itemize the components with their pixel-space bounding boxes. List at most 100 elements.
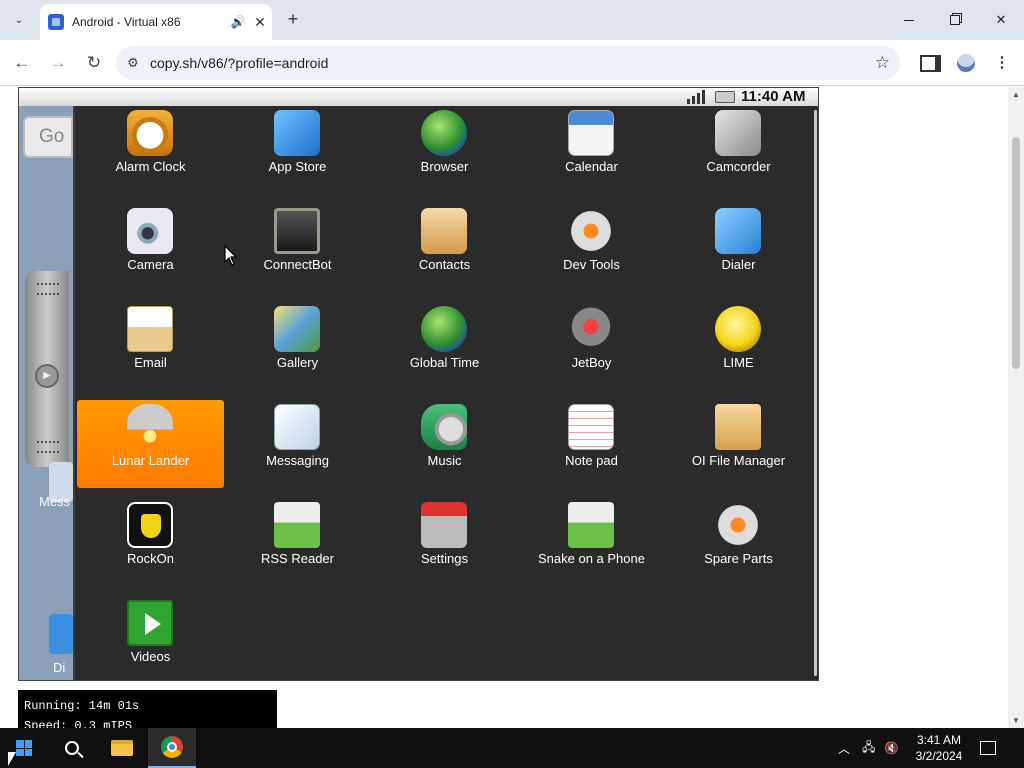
calendar-icon xyxy=(568,110,614,156)
app-label: Lunar Lander xyxy=(111,453,190,468)
reload-button[interactable]: ↻ xyxy=(82,51,106,75)
app-launcher-item[interactable]: Camera xyxy=(77,204,224,292)
volume-muted-icon[interactable]: 🔇 xyxy=(884,728,904,768)
app-launcher-item[interactable]: Settings xyxy=(371,498,518,586)
rss-reader-icon xyxy=(274,502,320,548)
app-launcher-item[interactable]: Camcorder xyxy=(665,106,812,194)
tab-search-chevron-icon[interactable]: ⌄ xyxy=(8,9,30,31)
app-launcher-item[interactable]: RSS Reader xyxy=(224,498,371,586)
app-launcher-item[interactable]: Email xyxy=(77,302,224,390)
scroll-down-icon[interactable]: ▼ xyxy=(1012,716,1020,725)
app-store-icon xyxy=(274,110,320,156)
app-label: OI File Manager xyxy=(691,453,786,468)
show-hidden-icons-chevron-icon[interactable]: ︿ xyxy=(838,728,854,768)
page-content: 11:40 AM Go ▶ Mess Di Alarm Clock App Sto… xyxy=(0,87,1024,728)
app-launcher-item[interactable]: Alarm Clock xyxy=(77,106,224,194)
app-launcher-item[interactable]: Dev Tools xyxy=(518,204,665,292)
emulator-info-panel: Running: 14m 01s Speed: 0.3 mIPS xyxy=(18,690,277,728)
jetboy-icon xyxy=(568,306,614,352)
browser-globe-icon xyxy=(421,110,467,156)
app-label: LIME xyxy=(723,355,754,370)
app-label: Email xyxy=(134,355,167,370)
app-launcher-item[interactable]: Messaging xyxy=(224,400,371,488)
favicon-icon xyxy=(48,14,64,30)
drawer-handle[interactable]: ▶ xyxy=(25,271,69,467)
file-explorer-button[interactable] xyxy=(98,728,146,768)
window-close-button[interactable]: ✕ xyxy=(978,0,1024,40)
back-button[interactable]: ← xyxy=(10,51,34,75)
app-launcher-item[interactable]: Calendar xyxy=(518,106,665,194)
speed-readout: Speed: 0.3 mIPS xyxy=(24,719,133,728)
profile-avatar-icon[interactable] xyxy=(954,51,978,75)
app-launcher-item[interactable]: LIME xyxy=(665,302,812,390)
app-label: Browser xyxy=(420,159,469,174)
app-launcher-item[interactable]: Contacts xyxy=(371,204,518,292)
gallery-icon xyxy=(274,306,320,352)
drawer-toggle-icon[interactable]: ▶ xyxy=(35,364,59,388)
browser-menu-icon[interactable]: ⋮ xyxy=(990,51,1014,75)
tab-audio-icon[interactable]: 🔊 xyxy=(228,15,248,29)
app-launcher-item[interactable]: Snake on a Phone xyxy=(518,498,665,586)
messaging-icon xyxy=(274,404,320,450)
app-launcher-item[interactable]: App Store xyxy=(224,106,371,194)
tab-close-icon[interactable]: ✕ xyxy=(248,14,272,31)
app-launcher-item[interactable]: ConnectBot xyxy=(224,204,371,292)
browser-toolbar: ← → ↻ ⚙ copy.sh/v86/?profile=android ☆ ⋮ xyxy=(0,40,1024,86)
app-launcher-item[interactable]: Note pad xyxy=(518,400,665,488)
app-label: Calendar xyxy=(565,159,618,174)
taskbar-clock[interactable]: 3:41 AM 3/2/2024 xyxy=(906,728,972,768)
url-text[interactable]: copy.sh/v86/?profile=android xyxy=(150,55,328,71)
google-search-widget[interactable]: Go xyxy=(23,116,73,158)
taskbar-time: 3:41 AM xyxy=(916,733,962,747)
home-label-dialer: Di xyxy=(53,660,66,675)
app-launcher-item[interactable]: Dialer xyxy=(665,204,812,292)
app-launcher-item[interactable]: JetBoy xyxy=(518,302,665,390)
globe-clock-icon xyxy=(421,306,467,352)
dialer-home-icon[interactable] xyxy=(49,614,73,654)
app-launcher-item[interactable]: OI File Manager xyxy=(665,400,812,488)
app-launcher-item[interactable]: Lunar Lander xyxy=(77,400,224,488)
app-label: Snake on a Phone xyxy=(538,551,645,566)
app-launcher-item[interactable]: Gallery xyxy=(224,302,371,390)
drawer-scrollbar[interactable] xyxy=(814,110,817,676)
folder-icon xyxy=(715,404,761,450)
notification-center-icon[interactable] xyxy=(980,728,1004,768)
window-restore-button[interactable] xyxy=(932,0,978,40)
chrome-taskbar-button[interactable] xyxy=(148,728,196,768)
search-widget-text: Go xyxy=(39,126,65,147)
windows-logo-icon xyxy=(16,740,32,756)
app-label: Spare Parts xyxy=(704,551,773,566)
app-label: Global Time xyxy=(409,355,480,370)
scroll-up-icon[interactable]: ▲ xyxy=(1012,90,1020,99)
android-emulator-screen[interactable]: 11:40 AM Go ▶ Mess Di Alarm Clock App Sto… xyxy=(18,87,819,681)
grip-bottom-icon xyxy=(37,441,59,453)
forward-button[interactable]: → xyxy=(46,51,70,75)
battery-icon xyxy=(715,91,735,103)
site-info-icon[interactable]: ⚙ xyxy=(116,55,150,71)
page-scrollbar[interactable]: ▲ ▼ xyxy=(1008,87,1024,728)
terminal-icon xyxy=(274,208,320,254)
app-launcher-item[interactable]: Global Time xyxy=(371,302,518,390)
app-label: Note pad xyxy=(565,453,618,468)
scrollbar-thumb[interactable] xyxy=(1012,137,1020,369)
new-tab-button[interactable]: + xyxy=(282,8,304,30)
app-launcher-item[interactable]: Spare Parts xyxy=(665,498,812,586)
app-launcher-item[interactable]: RockOn xyxy=(77,498,224,586)
address-bar[interactable]: ⚙ copy.sh/v86/?profile=android ☆ xyxy=(116,46,900,80)
gear-icon xyxy=(568,208,614,254)
app-launcher-item[interactable]: Videos xyxy=(77,596,224,680)
camera-icon xyxy=(127,208,173,254)
window-minimize-button[interactable] xyxy=(886,0,932,40)
folder-icon xyxy=(111,740,133,756)
app-launcher-item[interactable]: Browser xyxy=(371,106,518,194)
notepad-icon xyxy=(568,404,614,450)
taskbar-search-button[interactable] xyxy=(48,728,96,768)
home-screen-background: Go ▶ Mess Di xyxy=(19,106,73,680)
network-icon[interactable]: 🖧 xyxy=(862,728,880,768)
side-panel-icon[interactable] xyxy=(918,51,942,75)
app-label: Dialer xyxy=(721,257,756,272)
play-icon xyxy=(127,600,173,646)
browser-tab[interactable]: Android - Virtual x86 🔊 ✕ xyxy=(40,4,272,40)
app-launcher-item[interactable]: Music xyxy=(371,400,518,488)
bookmark-star-icon[interactable]: ☆ xyxy=(875,53,890,73)
